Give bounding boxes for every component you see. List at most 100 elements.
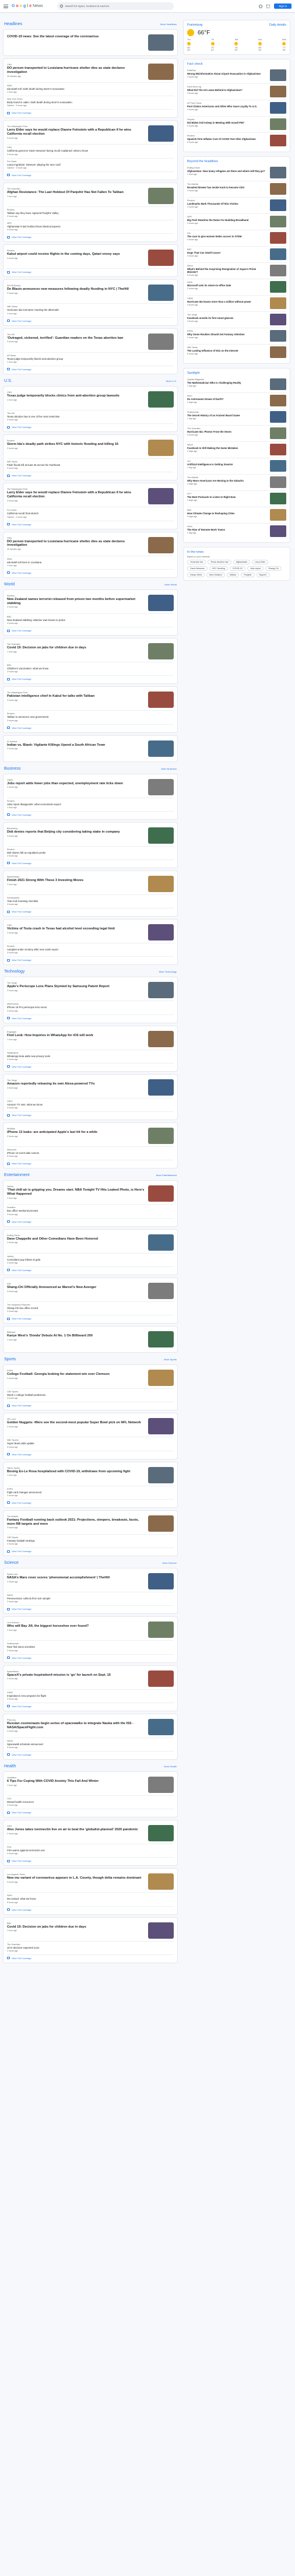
related-story[interactable]: Reuters Jobs report disappoints: what eco… [7,798,174,812]
full-coverage-link[interactable]: View Full Coverage [7,1064,174,1069]
story-thumbnail[interactable] [270,493,286,505]
related-story[interactable]: Reuters Taliban say they have captured Pa… [7,207,174,221]
sidebar-story[interactable]: ESPN Why Some Rookies Should Get Fantasy … [187,328,286,345]
related-story[interactable]: FDA FDA warns against ivermectin use 4 hou… [7,1844,174,1858]
section-title[interactable]: Sports [4,1357,16,1361]
related-story[interactable]: Smithsonian Rare find stuns scientists 2 h… [7,1641,174,1655]
story-thumbnail[interactable] [148,1573,174,1590]
lead-story[interactable]: COVID-19 news: See the latest coverage o… [7,33,174,53]
more-section-link[interactable]: More Business [161,767,177,770]
story-headline[interactable]: Indian vs. Blank: Vigilante Killings Upe… [7,743,145,747]
story-headline[interactable]: Covid 19: Decision on jabs for children … [7,646,145,650]
story-headline[interactable]: SpaceX’s private Inspiration4 mission is… [7,1673,145,1677]
story-thumbnail[interactable] [270,118,286,130]
story-headline[interactable]: New Zealand names terrorist released fro… [7,598,145,606]
story-headline[interactable]: DO person transported to Louisiana hurri… [7,540,145,548]
sidebar-story[interactable]: Reuters Spanish Firm Inflates Cost of COV… [187,133,286,149]
story-headline[interactable]: The race to give women better access to … [187,235,267,238]
sidebar-story[interactable]: NYT The Best Podcasts to Listen to Right … [187,491,286,508]
story-thumbnail[interactable] [270,199,286,211]
story-headline[interactable]: Dogs That Can Smell Cancer [187,251,267,254]
story-headline[interactable]: Kabul airport could receive flights in t… [7,252,145,257]
topic-chip[interactable]: Afghanistan [233,560,251,565]
story-headline[interactable]: College Football: Georgia looking for st… [7,1373,145,1377]
section-title[interactable]: Headlines [4,22,22,26]
full-coverage-link[interactable]: View Full Coverage [7,472,174,478]
story-thumbnail[interactable] [148,594,174,611]
sidebar-story[interactable]: The Atlantic Why More Americans Are Movin… [187,475,286,492]
story-thumbnail[interactable] [148,1418,174,1435]
story-headline[interactable]: DO person transported to Louisiana hurri… [7,66,145,75]
topic-chip[interactable]: Hurricane Ida [187,560,206,565]
lead-story[interactable]: WCVB Boston De Blasio announces new measu… [7,283,174,304]
related-story[interactable]: CNET Amazon TV sets: what we know 4 hours … [7,1099,174,1112]
search-input[interactable]: Search for topics, locations & sources [57,2,174,10]
related-story[interactable]: ESPN Fight card changes announced 2 hours … [7,1486,174,1500]
related-story[interactable]: Deadline Box office weekend preview 3 hour… [7,1205,174,1219]
story-thumbnail[interactable] [148,1922,174,1939]
story-headline[interactable]: Storm Ida’s deadly path strikes NYC with… [7,443,145,447]
full-coverage-link[interactable]: View Full Coverage [7,676,174,681]
story-thumbnail[interactable] [270,314,286,326]
topic-chip[interactable]: Larry Elder [252,560,269,565]
related-story[interactable]: The Hill Texas abortion law is one of the… [7,410,174,424]
story-headline[interactable]: Box office weekend preview [7,1209,174,1212]
story-headline[interactable]: Texas judge temporarily blocks clinics f… [7,394,145,398]
full-coverage-link[interactable]: View Full Coverage [7,812,174,817]
related-story[interactable]: Investopedia Year-end investing checklist… [7,895,174,909]
story-headline[interactable]: Why Some Rookies Should Get Fantasy Atte… [187,333,267,336]
full-coverage-link[interactable]: View Full Coverage [7,1015,174,1020]
topic-chip[interactable]: Jobs report [247,566,264,571]
story-headline[interactable]: ‘That chill air is gripping you. Dreams … [7,1188,145,1196]
story-thumbnail[interactable] [148,391,174,408]
story-thumbnail[interactable] [270,102,286,114]
story-thumbnail[interactable] [270,509,286,521]
topic-chip[interactable]: NYC flooding [209,566,228,571]
sidebar-story[interactable]: Wired What’s Behind the Surprising Resign… [187,263,286,280]
story-thumbnail[interactable] [270,86,286,97]
more-section-link[interactable]: More Technology [159,970,177,973]
full-coverage-link[interactable]: View Full Coverage [7,860,174,865]
story-headline[interactable]: New mu variant of coronavirus appears in… [7,1876,145,1880]
story-headline[interactable]: Victims of Tesla crash in Texas had alco… [7,927,145,931]
section-title[interactable]: Entertainment [4,1173,30,1177]
google-news-logo[interactable]: Google News [12,4,43,8]
lead-story[interactable]: The Guardian Afghan Resistance: The Last … [7,186,174,207]
section-title[interactable]: Science [4,1561,19,1565]
story-headline[interactable]: Apple’s Periscope Lens Plans Stymied by … [7,985,145,989]
related-story[interactable]: Reuters Autopilot under scrutiny after ne… [7,943,174,957]
full-coverage-link[interactable]: View Full Coverage [7,1907,174,1912]
story-headline[interactable]: Hurricane Ida leaves more than a million… [187,300,267,303]
story-thumbnail[interactable] [148,333,174,350]
full-coverage-link[interactable]: View Full Coverage [7,627,174,633]
story-headline[interactable]: The Mathematician Who Is Challenging Rea… [187,381,267,384]
story-thumbnail[interactable] [148,488,174,505]
story-headline[interactable]: Didi shares fall as regulators probe [7,851,174,854]
story-thumbnail[interactable] [148,1185,174,1202]
more-section-link[interactable]: More Science [163,1561,177,1564]
story-thumbnail[interactable] [270,444,286,456]
story-headline[interactable]: Fantasy Football running back outlook 20… [7,1518,145,1526]
lead-story[interactable]: NFL.com Golden Nuggets: 49ers see the sec… [7,1416,174,1438]
story-headline[interactable]: Russian cosmonauts begin series of space… [7,1722,145,1730]
story-thumbnail[interactable] [148,1873,174,1890]
full-coverage-link[interactable]: View Full Coverage [7,269,174,274]
related-story[interactable]: CDC Mental health resources 3 hours ago [7,1796,174,1810]
more-section-link[interactable]: More U.S. [166,380,177,382]
story-thumbnail[interactable] [270,216,286,227]
related-story[interactable]: Macworld iPhone 13 event date rumors 5 hou… [7,1147,174,1161]
lead-story[interactable]: Reuters Kabul airport could receive fligh… [7,248,174,269]
full-coverage-link[interactable]: View Full Coverage [7,172,174,177]
story-headline[interactable]: Jobs report adds fewer jobs than expecte… [7,782,145,786]
story-thumbnail[interactable] [270,378,286,391]
topic-chip[interactable]: New Zealand [206,573,225,578]
story-thumbnail[interactable] [148,64,174,80]
story-headline[interactable]: Facebook unveils its first smart glasses [187,317,267,320]
story-thumbnail[interactable] [148,1670,174,1687]
section-title[interactable]: Health [4,1764,16,1768]
story-headline[interactable]: The Best Podcasts to Listen to Right Now [187,496,267,499]
story-headline[interactable]: Week 1 college football predictions [7,1394,174,1396]
related-story[interactable]: WWL Ida death toll: Sixth death during st… [7,83,174,97]
story-thumbnail[interactable] [148,692,174,708]
story-headline[interactable]: Ida death toll: Sixth death during storm… [7,87,174,90]
